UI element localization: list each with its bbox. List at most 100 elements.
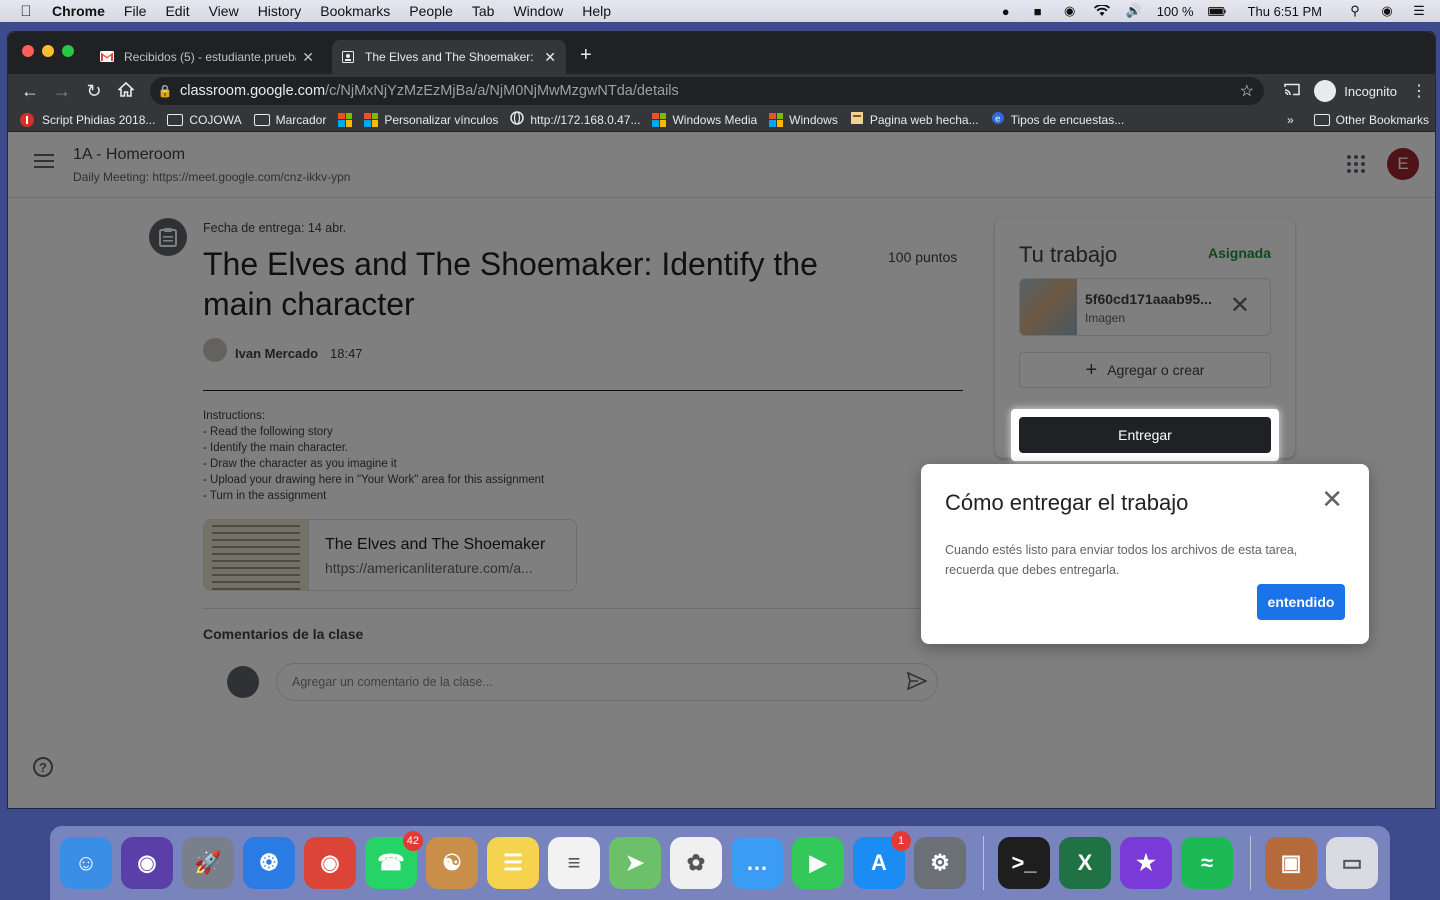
bookmark-item[interactable]: Windows Media	[652, 112, 758, 127]
address-bar[interactable]: 🔒 classroom.google.com/c/NjMxNjYzMzEzMjB…	[150, 77, 1264, 105]
maps-icon[interactable]: ➤	[609, 837, 661, 889]
other-bookmarks-label: Other Bookmarks	[1335, 113, 1429, 127]
whatsapp-icon[interactable]: ☎ 42	[365, 831, 423, 889]
terminal-icon[interactable]: >_	[998, 837, 1050, 889]
excel-icon[interactable]: X	[1059, 837, 1111, 889]
bookmark-label: Script Phidias 2018...	[42, 112, 156, 127]
home-icon[interactable]	[110, 81, 142, 102]
bookmark-folder[interactable]: Marcador	[253, 113, 326, 127]
chrome-menu-icon[interactable]: ⋮	[1411, 81, 1427, 101]
bookmark-item[interactable]: Personalizar vínculos	[364, 112, 498, 127]
bookmark-star-icon[interactable]: ☆	[1240, 81, 1254, 101]
gmail-icon	[100, 51, 114, 63]
cast-icon[interactable]	[1284, 83, 1300, 99]
incognito-profile-button[interactable]: Incognito	[1314, 80, 1397, 102]
menu-file[interactable]: File	[124, 3, 147, 19]
close-tab-icon[interactable]: ✕	[302, 49, 314, 66]
menu-help[interactable]: Help	[582, 3, 611, 19]
safari-icon[interactable]: ❂	[243, 837, 295, 889]
notes-icon[interactable]: ☰	[487, 837, 539, 889]
bookmark-item[interactable]: http://172.168.0.47...	[510, 111, 640, 128]
siri-icon[interactable]: ◉	[121, 837, 173, 889]
notification-badge: 42	[402, 831, 423, 851]
bookmark-label: COJOWA	[189, 112, 242, 127]
menu-app-name[interactable]: Chrome	[52, 3, 105, 19]
menu-history[interactable]: History	[258, 3, 302, 19]
close-tab-icon[interactable]: ✕	[544, 49, 556, 66]
bookmark-item[interactable]: Script Phidias 2018...	[20, 112, 156, 127]
menu-window[interactable]: Window	[513, 3, 563, 19]
app-store-icon[interactable]: A1	[853, 831, 911, 889]
more-bookmarks-chevron-icon[interactable]: »	[1287, 113, 1294, 127]
volume-icon[interactable]: 🔊	[1125, 3, 1143, 19]
chrome-icon[interactable]: ◉	[304, 837, 356, 889]
tab-classroom[interactable]: The Elves and The Shoemaker: Ide ✕	[332, 40, 566, 74]
bookmark-label: Windows Media	[672, 112, 758, 127]
contacts-icon[interactable]: ☯	[426, 837, 478, 889]
menu-edit[interactable]: Edit	[165, 3, 189, 19]
image-preview-icon[interactable]: ▣	[1265, 837, 1317, 889]
photos-icon[interactable]: ✿	[670, 837, 722, 889]
messages-icon[interactable]: …	[731, 837, 783, 889]
launchpad-icon[interactable]: 🚀	[182, 837, 234, 889]
classroom-icon	[342, 51, 355, 63]
back-arrow-icon[interactable]: ←	[14, 81, 46, 102]
svg-text:e: e	[995, 115, 1001, 125]
turn-in-button[interactable]: Entregar	[1019, 417, 1271, 453]
bookmark-label: Tipos de encuestas...	[1010, 112, 1125, 127]
system-preferences-icon[interactable]: ⚙	[914, 837, 966, 889]
shield-icon[interactable]: ◉	[1061, 3, 1079, 19]
other-bookmarks-folder[interactable]: Other Bookmarks	[1313, 113, 1429, 127]
forward-arrow-icon[interactable]: →	[46, 81, 78, 102]
wifi-icon[interactable]	[1093, 3, 1111, 19]
microsoft-icon	[338, 112, 353, 127]
reload-icon[interactable]: ↻	[78, 81, 110, 102]
zoom-window-button[interactable]	[62, 45, 74, 57]
chrome-window: Recibidos (5) - estudiante.prueba ✕ The …	[8, 32, 1435, 808]
bookmark-item[interactable]: Pagina web hecha...	[850, 111, 979, 128]
facetime-icon[interactable]: ▶	[792, 837, 844, 889]
window-controls	[22, 45, 74, 57]
siri-icon[interactable]: ◉	[1378, 3, 1396, 19]
close-icon[interactable]: ✕	[1321, 486, 1343, 512]
bookmarks-bar: Script Phidias 2018... COJOWA Marcador P…	[8, 108, 1435, 132]
macos-menu-bar:  Chrome File Edit View History Bookmark…	[0, 0, 1440, 22]
menu-clock[interactable]: Thu 6:51 PM	[1248, 4, 1322, 19]
notification-center-icon[interactable]: ☰	[1410, 3, 1428, 19]
menu-tab[interactable]: Tab	[472, 3, 495, 19]
bookmark-folder[interactable]: COJOWA	[167, 112, 242, 127]
battery-icon[interactable]	[1207, 3, 1226, 19]
battery-percent: 100 %	[1156, 3, 1194, 19]
encuesta-icon: e	[991, 111, 1005, 128]
lock-icon[interactable]: 🔒	[150, 84, 180, 98]
apple-menu-icon[interactable]: 	[0, 3, 52, 20]
bookmark-item[interactable]	[338, 112, 353, 127]
macos-dock: ☺ ◉ 🚀 ❂ ◉ ☎ 42 ☯ ☰ ≡ ➤ ✿… ▶ A 1 ⚙ >_ X ★ ≈ ▣ ▭	[50, 826, 1390, 900]
menu-view[interactable]: View	[209, 3, 239, 19]
folder-icon	[167, 113, 184, 126]
menu-people[interactable]: People	[409, 3, 453, 19]
notification-icon[interactable]: ■	[1029, 3, 1047, 19]
tab-gmail[interactable]: Recibidos (5) - estudiante.prueba ✕	[90, 40, 324, 74]
microsoft-icon	[364, 112, 379, 127]
new-tab-button[interactable]: +	[580, 44, 592, 67]
page-icon	[850, 111, 864, 128]
got-it-button[interactable]: entendido	[1257, 584, 1345, 620]
trash-icon[interactable]: ▭	[1326, 837, 1378, 889]
creative-cloud-icon[interactable]: ●	[997, 3, 1015, 19]
spotify-icon[interactable]: ≈	[1181, 837, 1233, 889]
finder-icon[interactable]: ☺	[60, 837, 112, 889]
globe-icon	[510, 111, 525, 128]
imovie-icon[interactable]: ★	[1120, 837, 1172, 889]
tab-title: Recibidos (5) - estudiante.prueba	[124, 50, 297, 64]
bookmark-label: Windows	[789, 112, 838, 127]
menu-bookmarks[interactable]: Bookmarks	[320, 3, 390, 19]
minimize-window-button[interactable]	[42, 45, 54, 57]
bookmark-item[interactable]: Windows	[769, 112, 838, 127]
url-domain: classroom.google.com	[180, 83, 326, 99]
reminders-icon[interactable]: ≡	[548, 837, 600, 889]
spotlight-search-icon[interactable]: ⚲	[1346, 3, 1364, 19]
bookmark-item[interactable]: e Tipos de encuestas...	[991, 111, 1125, 128]
close-window-button[interactable]	[22, 45, 34, 57]
modal-backdrop[interactable]: Entregar Cómo entregar el trabajo ✕ Cuan…	[8, 132, 1435, 808]
